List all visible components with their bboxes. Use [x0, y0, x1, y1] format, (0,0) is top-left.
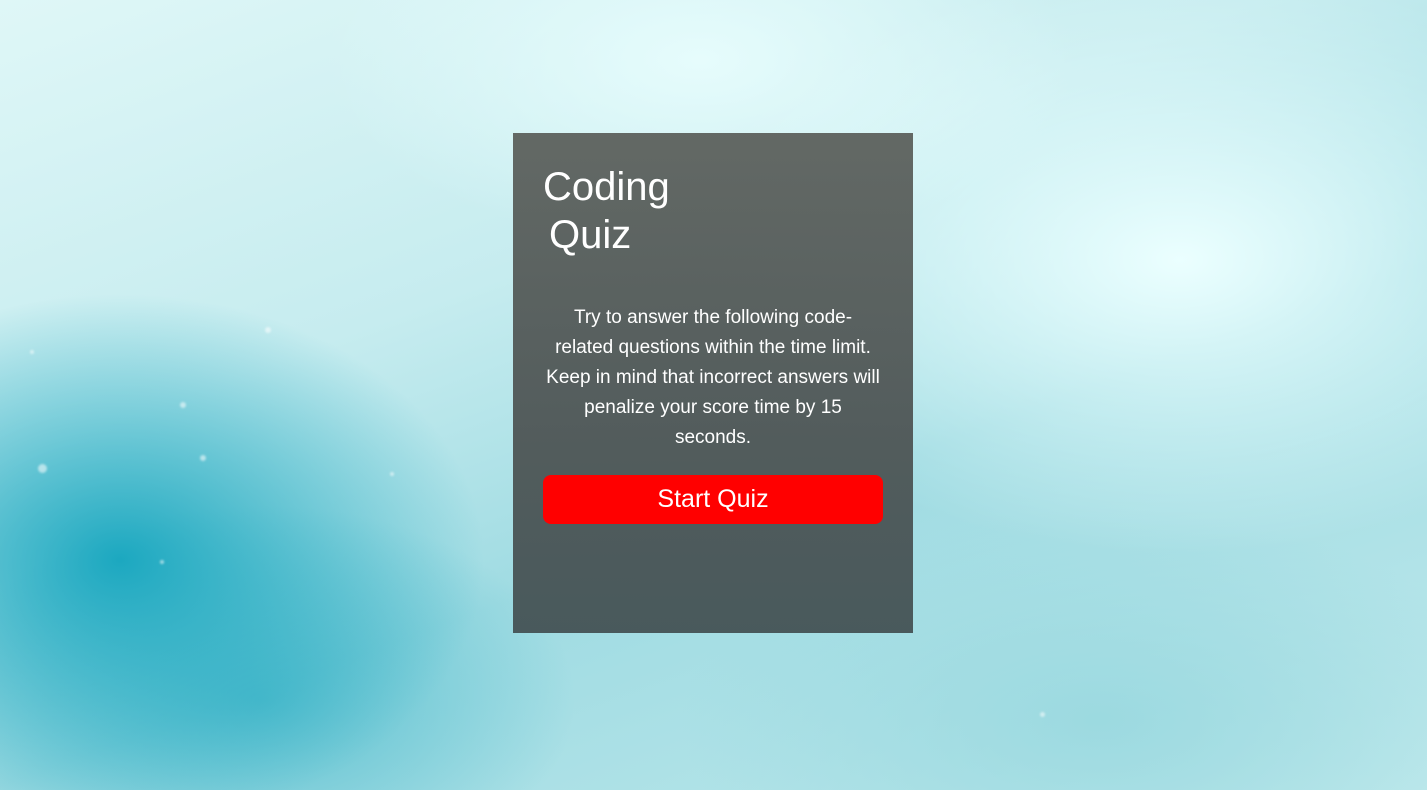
background-speck: [180, 402, 186, 408]
quiz-instructions: Try to answer the following code-related…: [546, 307, 880, 448]
background-speck: [265, 327, 271, 333]
background-speck: [390, 472, 394, 476]
quiz-start-card: Coding Quiz Try to answer the following …: [513, 133, 913, 633]
background-speck: [200, 455, 206, 461]
start-quiz-button[interactable]: Start Quiz: [543, 475, 883, 524]
background-speck: [160, 560, 164, 564]
background-speck: [1040, 712, 1045, 717]
background-speck: [38, 464, 47, 473]
background-speck: [30, 350, 34, 354]
quiz-title-line-2: Quiz: [549, 213, 632, 257]
quiz-title: Coding Quiz: [543, 163, 693, 259]
quiz-title-line-1: Coding: [543, 165, 670, 209]
